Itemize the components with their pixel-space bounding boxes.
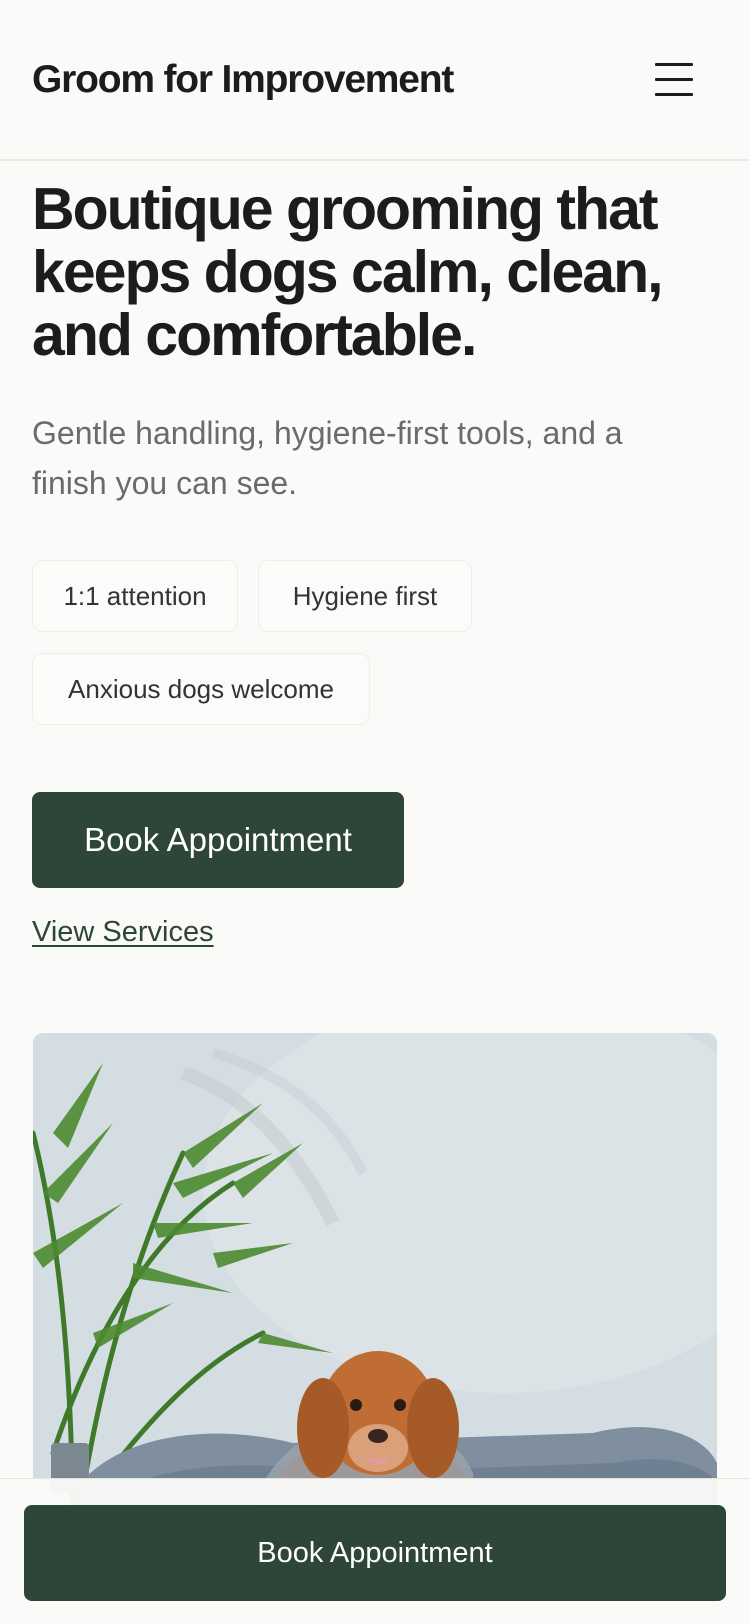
menu-bar <box>655 63 693 66</box>
view-services-link[interactable]: View Services <box>32 912 214 952</box>
feature-chip-anxious-dogs: Anxious dogs welcome <box>32 653 370 725</box>
feature-chip-attention: 1:1 attention <box>32 560 238 632</box>
hero-title: Boutique grooming that keeps dogs calm, … <box>32 176 664 368</box>
hamburger-menu-icon[interactable] <box>650 58 698 102</box>
page: Groom for Improvement Boutique grooming … <box>0 0 750 1624</box>
menu-bar <box>655 93 693 96</box>
feature-chip-hygiene: Hygiene first <box>258 560 472 632</box>
hero-subtitle: Gentle handling, hygiene-first tools, an… <box>32 415 623 501</box>
sticky-book-appointment-button[interactable]: Book Appointment <box>24 1505 726 1601</box>
hero-photo-dog <box>33 1033 717 1553</box>
book-appointment-button[interactable]: Book Appointment <box>32 792 404 888</box>
sticky-bottom-bar: Book Appointment <box>0 1478 750 1624</box>
brand-logo[interactable]: Groom for Improvement <box>32 56 454 104</box>
dog-on-bed-illustration <box>33 1033 717 1553</box>
site-header: Groom for Improvement <box>0 0 750 161</box>
menu-bar <box>655 78 693 81</box>
